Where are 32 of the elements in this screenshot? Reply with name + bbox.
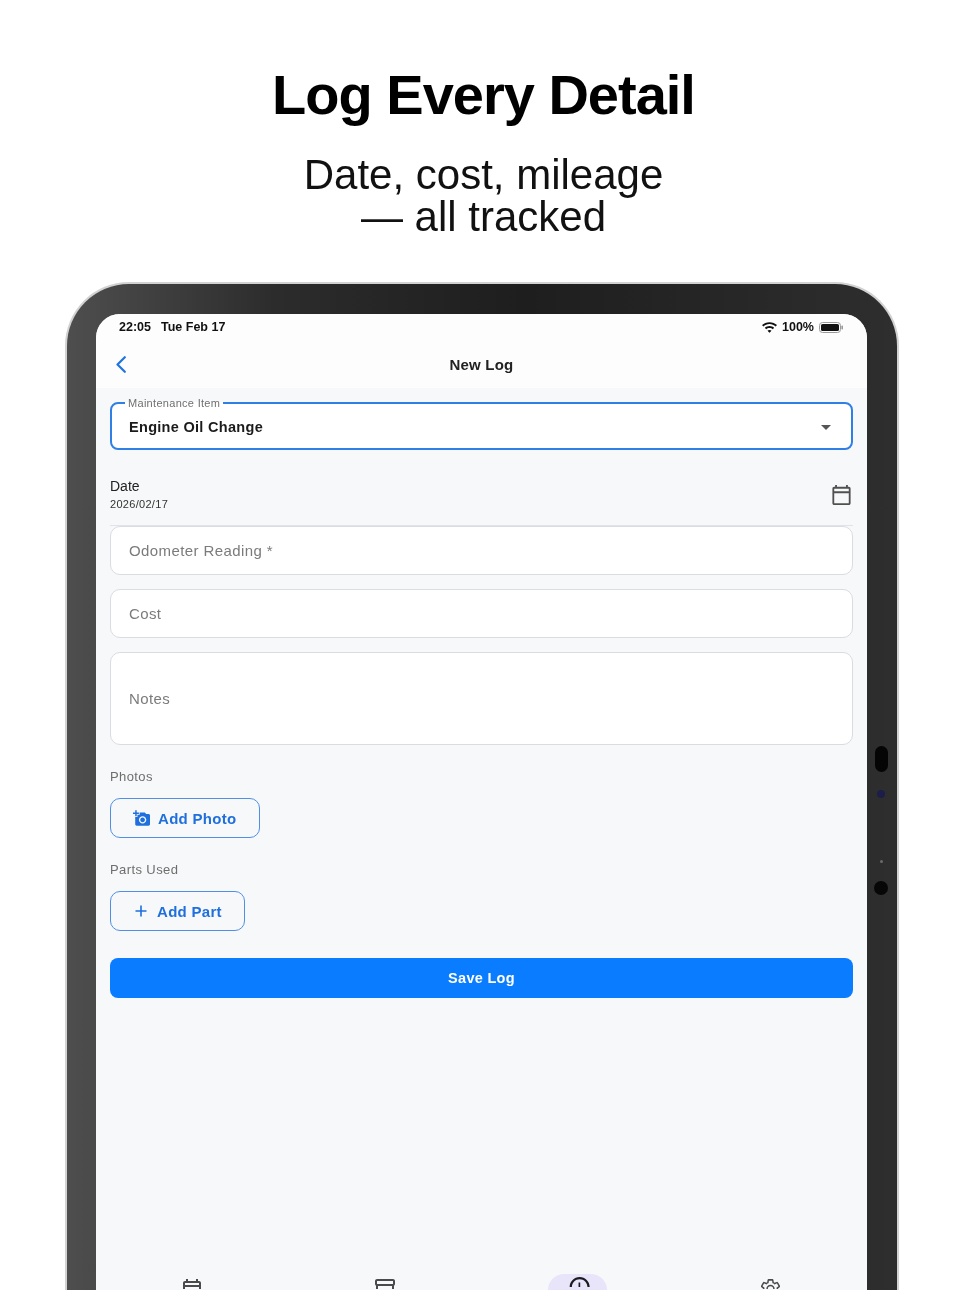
headline: Log Every Detail [272,63,695,127]
section-label: Parts Used [110,862,179,878]
settings-icon [761,1279,781,1289]
input-field[interactable]: Odometer Reading * [110,526,853,575]
date-value: 2026/02/17 [110,497,169,511]
calendar-icon[interactable] [832,484,851,505]
caret-icon [821,424,831,430]
pill-slot-icon [875,746,888,772]
battery-icon [819,321,843,333]
add-part-button[interactable]: Add Part [110,891,245,931]
wifi-icon [762,321,777,333]
sensor-dot-icon [880,860,883,863]
section-label: Photos [110,769,153,785]
add-photo-button[interactable]: Add Photo [110,798,260,838]
camera-plus-icon [133,810,150,826]
input-field[interactable]: Cost [110,589,853,638]
screen-title: New Log [449,355,514,373]
calendar-icon [183,1279,202,1289]
status-date: Tue Feb 17 [161,320,226,334]
plus-icon [135,905,147,917]
battery-percent: 100% [782,320,814,334]
camera-lens-icon [874,881,888,895]
status-time: 22:05 [119,320,151,334]
back-icon[interactable] [116,355,126,373]
notes-field[interactable]: Notes [110,652,853,745]
save-button[interactable]: Save Log [110,958,853,998]
camera-lens-icon [877,790,885,798]
nav-tab[interactable] [548,1274,608,1290]
maintenance-item-dropdown[interactable]: Maintenance Item Engine Oil Change [110,397,853,450]
date-label: Date [110,478,140,494]
subtitle: Date, cost, mileage — all tracked [302,154,665,238]
archive-box-icon [375,1279,396,1289]
